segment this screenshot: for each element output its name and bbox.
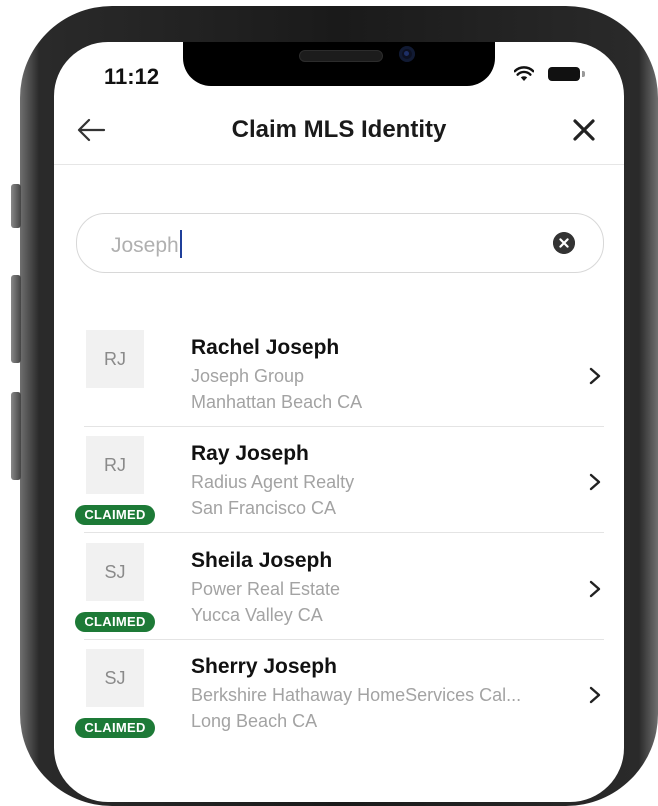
chevron-right-icon — [589, 580, 601, 598]
battery-tip — [582, 71, 585, 77]
list-item[interactable]: SJ CLAIMED Sherry Joseph Berkshire Hatha… — [54, 649, 624, 755]
chevron-right-icon — [589, 367, 601, 385]
list-item[interactable]: SJ CLAIMED Sheila Joseph Power Real Esta… — [54, 543, 624, 649]
clear-circle-icon[interactable] — [553, 232, 575, 254]
chevron-right-icon — [589, 473, 601, 491]
agent-name: Ray Joseph — [191, 442, 309, 465]
divider — [84, 426, 604, 427]
mute-switch — [11, 184, 21, 228]
chevron-right-icon — [589, 686, 601, 704]
avatar: SJ — [86, 649, 144, 707]
wifi-icon — [514, 66, 534, 81]
navigation-bar: Claim MLS Identity — [54, 98, 624, 165]
agent-name: Sheila Joseph — [191, 549, 333, 572]
agent-brokerage: Berkshire Hathaway HomeServices Cal... — [191, 685, 522, 705]
search-input-value: Joseph — [111, 230, 182, 258]
divider — [84, 532, 604, 533]
speaker-grille — [299, 50, 383, 62]
agent-location: Long Beach CA — [191, 711, 318, 731]
close-icon[interactable] — [570, 116, 598, 144]
claimed-badge: CLAIMED — [75, 505, 155, 525]
agent-name: Rachel Joseph — [191, 336, 340, 359]
claimed-badge: CLAIMED — [75, 612, 155, 632]
agent-name: Sherry Joseph — [191, 655, 337, 678]
search-input[interactable]: Joseph — [76, 213, 604, 273]
agent-brokerage: Power Real Estate — [191, 579, 341, 599]
status-time: 11:12 — [104, 64, 160, 89]
avatar: RJ — [86, 436, 144, 494]
text-caret — [179, 230, 182, 258]
divider — [84, 639, 604, 640]
list-item[interactable]: RJ Rachel Joseph Joseph Group Manhattan … — [54, 330, 624, 436]
agent-location: Manhattan Beach CA — [191, 392, 363, 412]
avatar: SJ — [86, 543, 144, 601]
agent-brokerage: Radius Agent Realty — [191, 472, 355, 492]
list-item[interactable]: RJ CLAIMED Ray Joseph Radius Agent Realt… — [54, 436, 624, 542]
avatar: RJ — [86, 330, 144, 388]
volume-up-button — [11, 275, 21, 363]
agent-location: Yucca Valley CA — [191, 605, 323, 625]
front-camera — [399, 46, 415, 62]
agent-brokerage: Joseph Group — [191, 366, 305, 386]
claimed-badge: CLAIMED — [75, 718, 155, 738]
volume-down-button — [11, 392, 21, 480]
notch — [183, 42, 495, 86]
agent-location: San Francisco CA — [191, 498, 337, 518]
app-screen: 11:12 Claim MLS Identity Joseph RJ Rache… — [54, 42, 624, 802]
battery-icon — [548, 67, 580, 81]
page-title: Claim MLS Identity — [231, 116, 447, 143]
